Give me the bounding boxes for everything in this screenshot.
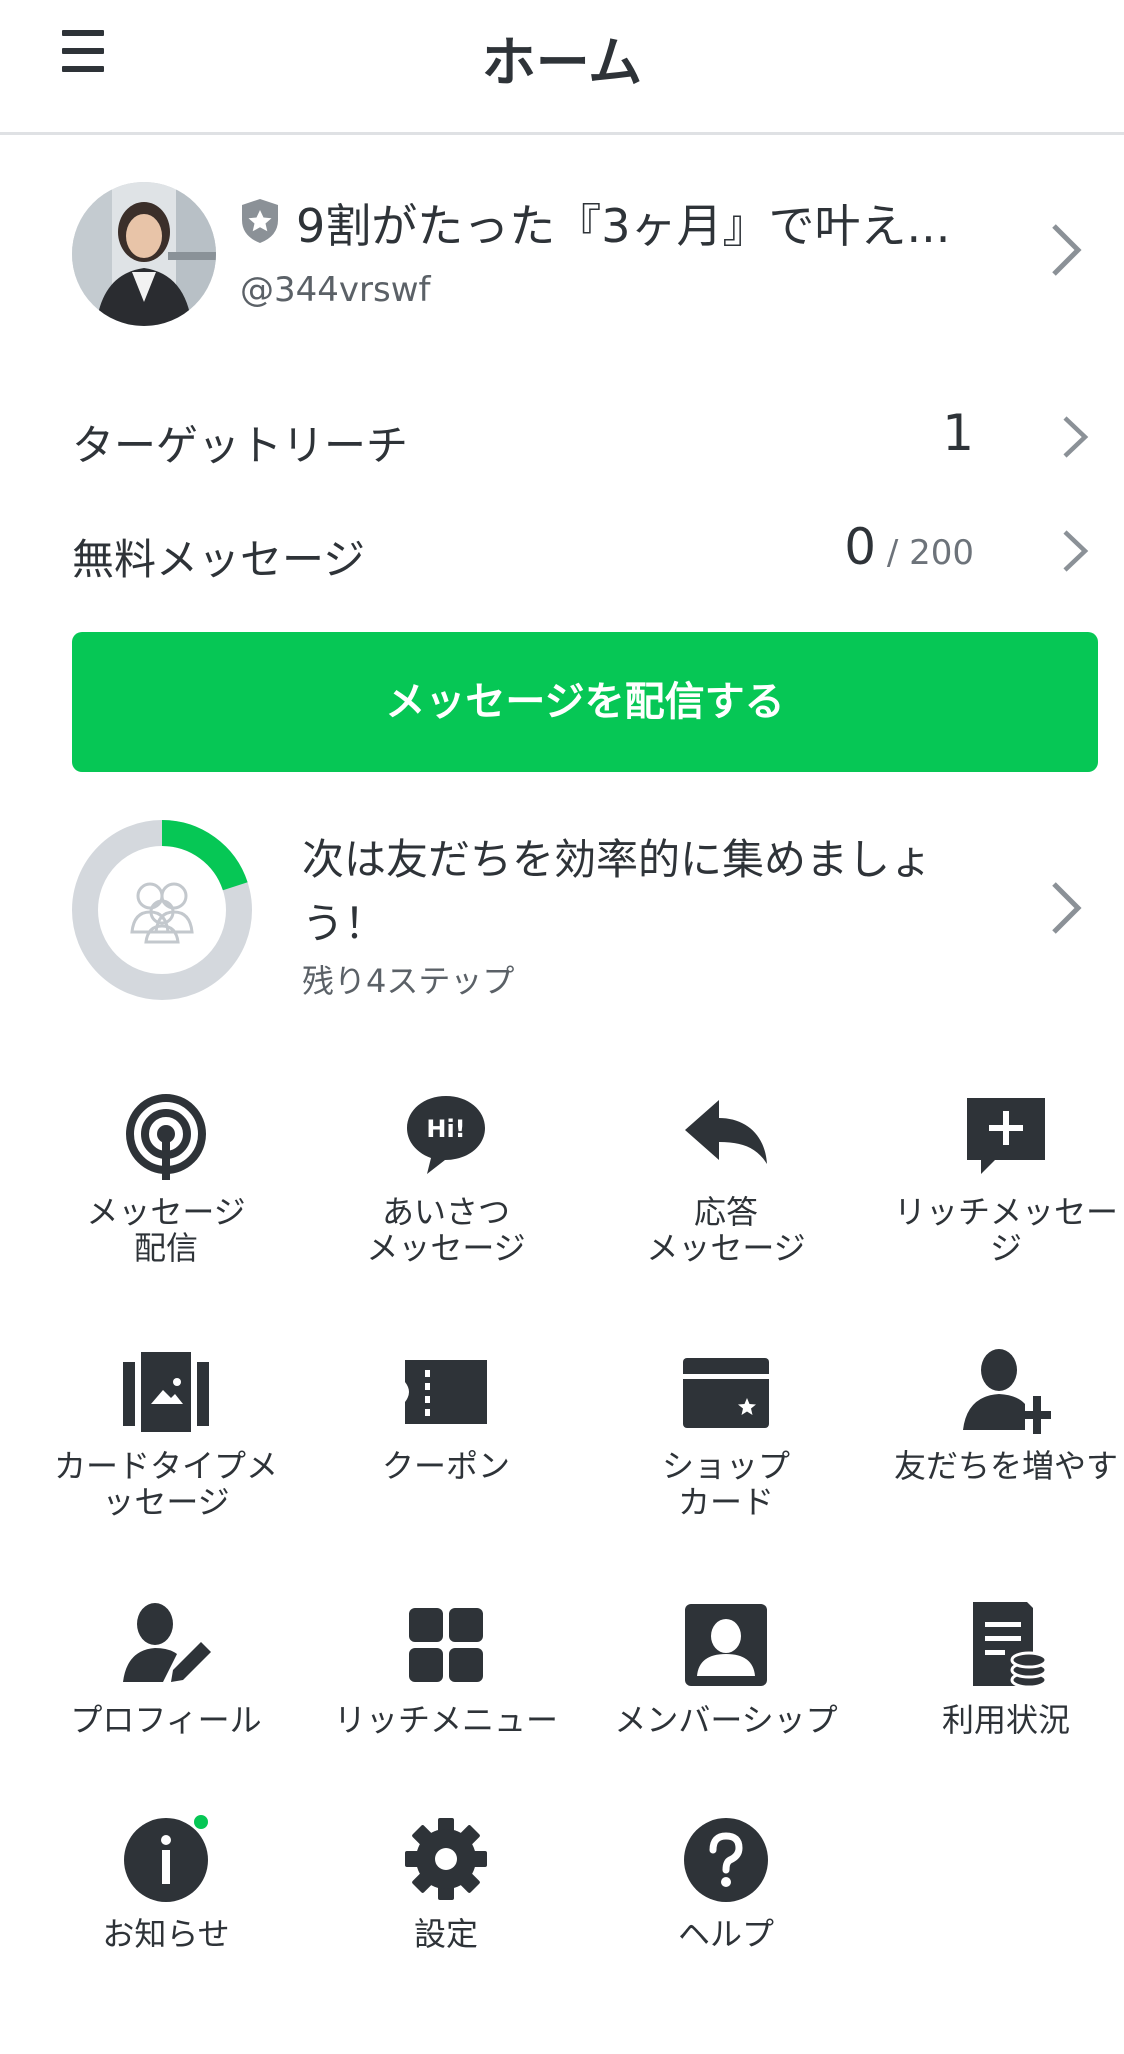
rich-menu-icon — [409, 1608, 483, 1682]
friends-icon — [130, 882, 194, 944]
menu-item-rich-menu[interactable]: リッチメニュー — [306, 1600, 586, 1840]
broadcast-icon — [126, 1094, 206, 1180]
chevron-right-icon — [1060, 414, 1090, 460]
menu-item-add-friends[interactable]: 友だちを増やす — [866, 1346, 1124, 1586]
free-message-label: 無料メッセージ — [72, 535, 366, 584]
avatar — [72, 182, 216, 326]
menu-item-news[interactable]: お知らせ — [26, 1814, 306, 2054]
send-message-button[interactable]: メッセージを配信する — [72, 632, 1098, 772]
menu-item-broadcast[interactable]: メッセージ 配信 — [26, 1092, 306, 1332]
membership-icon — [685, 1604, 767, 1686]
menu-item-rich-message[interactable]: リッチメッセー ジ — [866, 1092, 1124, 1332]
target-reach-label: ターゲットリーチ — [72, 421, 409, 470]
chevron-right-icon — [1048, 880, 1084, 936]
app-header: ホーム — [0, 0, 1124, 135]
free-message-row[interactable]: 無料メッセージ 0 / 200 — [0, 494, 1124, 604]
setup-progress-card[interactable]: 次は友だちを効率的に集めましょう！ 残り4ステップ — [0, 810, 1124, 1010]
target-reach-value: 1 — [942, 404, 974, 462]
shop-card-icon — [683, 1358, 769, 1428]
verified-shield-icon — [240, 198, 280, 244]
menu-item-auto-reply[interactable]: 応答 メッセージ — [586, 1092, 866, 1332]
usage-icon — [973, 1602, 1048, 1689]
info-icon — [124, 1814, 210, 1902]
settings-icon — [405, 1818, 487, 1900]
target-reach-row[interactable]: ターゲットリーチ 1 — [0, 380, 1124, 490]
menu-item-greeting[interactable]: Hi! あいさつ メッセージ — [306, 1092, 586, 1332]
menu-item-card-type-message[interactable]: カードタイプメ ッセージ — [26, 1346, 306, 1586]
menu-item-coupon[interactable]: クーポン — [306, 1346, 586, 1586]
svg-text:Hi!: Hi! — [426, 1115, 465, 1143]
menu-item-shop-card[interactable]: ショップ カード — [586, 1346, 866, 1586]
menu-item-settings[interactable]: 設定 — [306, 1814, 586, 2054]
add-friend-icon — [963, 1349, 1051, 1434]
help-icon — [684, 1818, 768, 1902]
page-title: ホーム — [481, 31, 643, 94]
menu-item-membership[interactable]: メンバーシップ — [586, 1600, 866, 1840]
menu-item-profile[interactable]: プロフィール — [26, 1600, 306, 1840]
greeting-icon: Hi! — [407, 1096, 485, 1174]
progress-ring — [72, 820, 252, 1000]
account-id: @344vrswf — [240, 270, 431, 310]
coupon-icon — [405, 1360, 487, 1424]
free-message-value: 0 / 200 — [844, 518, 974, 576]
account-name: 9割がたった『3ヶ月』で叶え... — [296, 199, 951, 253]
profile-icon — [123, 1603, 211, 1682]
rich-message-icon — [967, 1098, 1045, 1174]
notification-dot — [192, 1814, 210, 1831]
progress-remaining-steps: 残り4ステップ — [302, 962, 515, 1000]
card-type-icon — [123, 1352, 209, 1432]
chevron-right-icon — [1048, 222, 1084, 278]
reply-icon — [685, 1100, 767, 1164]
menu-item-help[interactable]: ヘルプ — [586, 1814, 866, 2054]
account-card[interactable]: 9割がたった『3ヶ月』で叶え... @344vrswf — [0, 170, 1124, 330]
chevron-right-icon — [1060, 528, 1090, 574]
progress-title: 次は友だちを効率的に集めましょう！ — [302, 835, 933, 948]
menu-item-usage[interactable]: 利用状況 — [866, 1600, 1124, 1840]
